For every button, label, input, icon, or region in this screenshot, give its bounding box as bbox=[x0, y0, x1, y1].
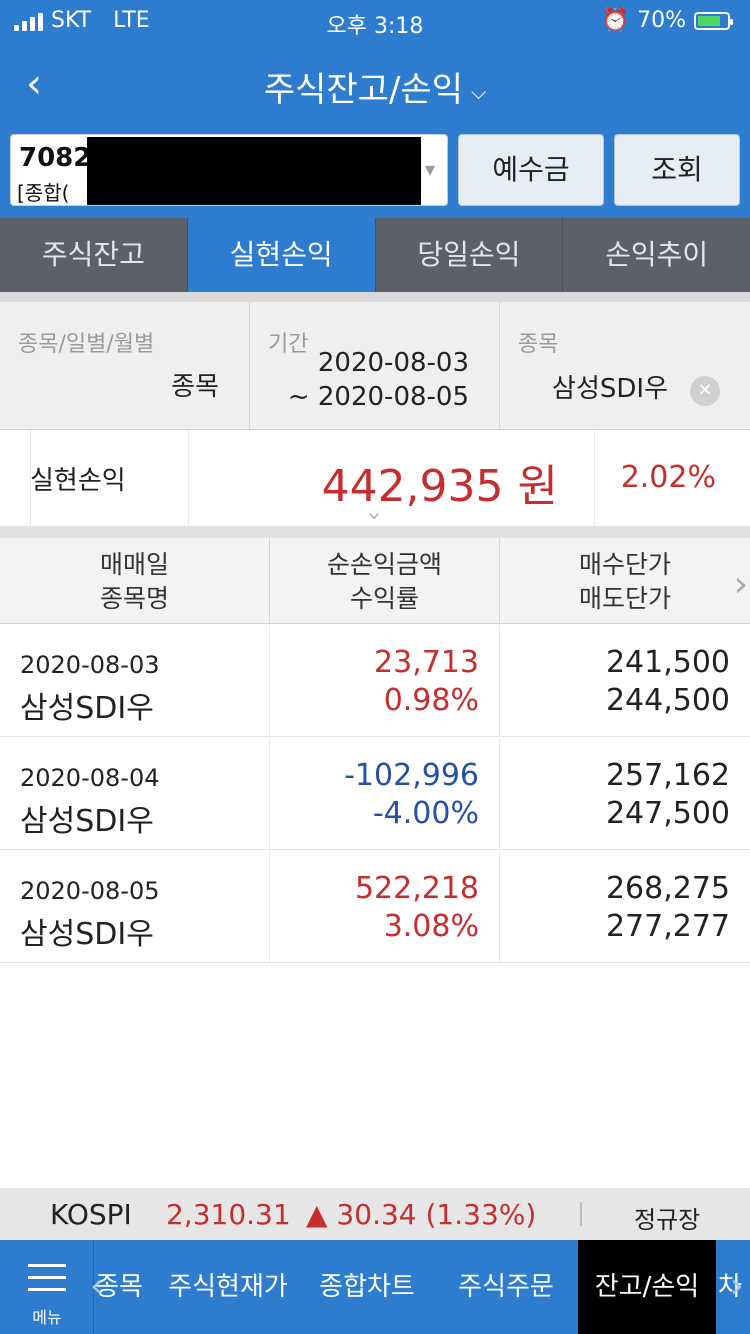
filter-stock-value: 삼성SDI우 bbox=[552, 374, 668, 404]
column-header-date-name[interactable]: 매매일 종목명 bbox=[0, 538, 270, 624]
chevron-right-icon[interactable]: › bbox=[734, 564, 748, 605]
trade-date: 2020-08-04 bbox=[20, 764, 160, 792]
filter-period-from: 2020-08-03 bbox=[317, 348, 469, 378]
stock-name: 삼성SDI우 bbox=[20, 804, 154, 839]
scroll-right-icon[interactable]: › bbox=[730, 1266, 744, 1306]
ticker-change: ▲ 30.34 (1.33%) bbox=[306, 1198, 537, 1231]
tab-daily-pnl[interactable]: 당일손익 bbox=[376, 218, 564, 292]
table-row[interactable]: 2020-08-04 삼성SDI우 -102,996 -4.00% 257,16… bbox=[0, 738, 750, 850]
profit-rate: 0.98% bbox=[383, 683, 479, 718]
scroll-left-icon[interactable]: ‹ bbox=[90, 1266, 104, 1306]
trade-date: 2020-08-03 bbox=[20, 651, 160, 679]
bottom-nav-item-current-price[interactable]: 주식현재가 bbox=[152, 1240, 304, 1334]
tab-realized-pnl[interactable]: 실현손익 bbox=[187, 218, 376, 292]
table-header: 매매일 종목명 순손익금액 수익률 매수단가 매도단가 › bbox=[0, 538, 750, 624]
tab-stock-balance[interactable]: 주식잔고 bbox=[0, 218, 188, 292]
buy-price: 268,275 bbox=[605, 871, 730, 906]
filter-period-to: ~ 2020-08-05 bbox=[287, 382, 469, 412]
sell-price: 244,500 bbox=[605, 683, 730, 718]
column-header-profit-rate[interactable]: 순손익금액 수익률 bbox=[270, 538, 500, 624]
realized-summary: 실현손익 442,935 원 2.02% ⌄ bbox=[0, 430, 750, 526]
redaction-mask bbox=[87, 137, 421, 205]
menu-label: 메뉴 bbox=[32, 1308, 62, 1327]
bottom-nav-item-balance[interactable]: 잔고/손익 bbox=[578, 1240, 716, 1334]
ticker-index-name: KOSPI bbox=[50, 1198, 132, 1231]
deposit-button[interactable]: 예수금 bbox=[458, 134, 604, 206]
expand-chevron-icon[interactable]: ⌄ bbox=[352, 499, 396, 523]
summary-amount: 442,935 원 bbox=[321, 461, 558, 512]
divider bbox=[0, 526, 750, 538]
filter-type-value: 종목 bbox=[171, 372, 219, 402]
stock-name: 삼성SDI우 bbox=[20, 917, 154, 952]
bottom-nav: 메뉴 종목 주식현재가 종합차트 주식주문 잔고/손익 차 ‹ › bbox=[0, 1240, 750, 1334]
status-bar: SKT LTE 오후 3:18 ⏰ 70% bbox=[0, 0, 750, 40]
chevron-down-icon: ⌵ bbox=[470, 79, 487, 104]
account-number: 7082 bbox=[19, 143, 92, 173]
trade-date: 2020-08-05 bbox=[20, 877, 160, 905]
tab-bar: 주식잔고 실현손익 당일손익 손익추이 bbox=[0, 218, 750, 292]
net-profit: 522,218 bbox=[354, 871, 479, 906]
buy-price: 257,162 bbox=[605, 758, 730, 793]
divider bbox=[0, 292, 750, 302]
summary-rate: 2.02% bbox=[620, 460, 716, 495]
filter-period-label: 기간 bbox=[268, 332, 309, 357]
sell-price: 247,500 bbox=[605, 796, 730, 831]
profit-rate: 3.08% bbox=[383, 909, 479, 944]
sell-price: 277,277 bbox=[605, 909, 730, 944]
bottom-nav-item-chart[interactable]: 종합차트 bbox=[306, 1240, 428, 1334]
profit-rate: -4.00% bbox=[372, 796, 479, 831]
bottom-nav-item-order[interactable]: 주식주문 bbox=[440, 1240, 572, 1334]
menu-button[interactable]: 메뉴 bbox=[0, 1240, 94, 1334]
clear-icon[interactable]: ✕ bbox=[690, 376, 720, 406]
account-selector[interactable]: 7082 [종합( ▾ bbox=[10, 134, 448, 206]
market-session: 정규장 bbox=[634, 1206, 701, 1234]
hamburger-icon bbox=[28, 1264, 66, 1300]
tab-pnl-trend[interactable]: 손익추이 bbox=[563, 218, 750, 292]
alarm-icon: ⏰ bbox=[601, 8, 630, 33]
table-row[interactable]: 2020-08-03 삼성SDI우 23,713 0.98% 241,500 2… bbox=[0, 625, 750, 737]
page-title: 주식잔고/손익 bbox=[263, 70, 463, 110]
filter-period[interactable]: 기간 2020-08-03 ~ 2020-08-05 bbox=[250, 302, 500, 430]
dropdown-triangle-icon: ▾ bbox=[424, 157, 435, 181]
account-name: [종합( bbox=[17, 181, 70, 205]
market-ticker[interactable]: KOSPI 2,310.31 ▲ 30.34 (1.33%) 정규장 bbox=[0, 1188, 750, 1240]
divider bbox=[580, 1202, 582, 1226]
filter-type[interactable]: 종목/일별/월별 종목 bbox=[0, 302, 250, 430]
stock-name: 삼성SDI우 bbox=[20, 691, 154, 726]
filter-stock[interactable]: 종목 삼성SDI우 ✕ bbox=[500, 302, 750, 430]
summary-label: 실현손익 bbox=[30, 466, 126, 496]
table-row[interactable]: 2020-08-05 삼성SDI우 522,218 3.08% 268,275 … bbox=[0, 851, 750, 963]
filter-stock-label: 종목 bbox=[518, 332, 559, 357]
page-title-dropdown[interactable]: 주식잔고/손익 ⌵ bbox=[0, 62, 750, 111]
filter-bar: 종목/일별/월별 종목 기간 2020-08-03 ~ 2020-08-05 종… bbox=[0, 302, 750, 430]
battery-percent: 70% bbox=[637, 8, 686, 33]
nav-bar: ‹ 주식잔고/손익 ⌵ bbox=[0, 40, 750, 130]
battery-icon bbox=[694, 11, 733, 30]
ticker-value: 2,310.31 bbox=[166, 1198, 291, 1231]
filter-type-label: 종목/일별/월별 bbox=[18, 332, 155, 357]
buy-price: 241,500 bbox=[605, 645, 730, 680]
net-profit: 23,713 bbox=[374, 645, 479, 680]
net-profit: -102,996 bbox=[344, 758, 479, 793]
inquiry-button[interactable]: 조회 bbox=[614, 134, 740, 206]
column-header-prices[interactable]: 매수단가 매도단가 bbox=[500, 538, 750, 624]
